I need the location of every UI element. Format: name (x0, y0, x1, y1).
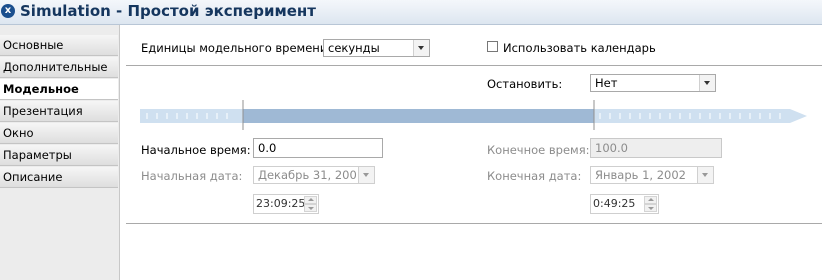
divider-top (126, 65, 822, 66)
sidebar-item-parameters[interactable]: Параметры (0, 145, 118, 166)
chevron-down-icon[interactable] (697, 167, 713, 183)
chevron-down-icon[interactable] (413, 40, 429, 56)
sidebar-item-main[interactable]: Основные (0, 35, 118, 56)
divider-bottom (126, 223, 822, 224)
end-time-of-day-spinner[interactable]: 0:49:25 (590, 194, 659, 214)
chevron-down-icon[interactable] (358, 167, 374, 183)
start-time-of-day-spinner[interactable]: 23:09:25 (253, 194, 319, 214)
model-time-units-select[interactable]: секунды (323, 39, 430, 57)
spinner-buttons (304, 196, 317, 212)
spinner-up-icon[interactable] (304, 196, 317, 204)
end-time-of-day-value: 0:49:25 (593, 197, 636, 210)
start-date-select[interactable]: Декабрь 31, 2001 (253, 166, 375, 184)
sidebar-item-additional[interactable]: Дополнительные (0, 57, 118, 78)
stop-label: Остановить: (487, 77, 563, 91)
timeline-bar (140, 100, 807, 130)
timeline-range (243, 109, 594, 123)
end-date-value: Январь 1, 2002 (595, 168, 686, 182)
spinner-up-icon[interactable] (644, 196, 657, 204)
title-bar: x Simulation - Простой эксперимент (0, 0, 822, 25)
start-date-value: Декабрь 31, 2001 (258, 168, 365, 182)
chevron-down-icon[interactable] (699, 75, 715, 91)
spinner-down-icon[interactable] (304, 204, 317, 212)
spinner-buttons (644, 196, 657, 212)
use-calendar-checkbox[interactable] (487, 41, 498, 52)
close-icon[interactable]: x (1, 4, 15, 18)
stop-select[interactable]: Нет (590, 74, 716, 92)
use-calendar-label: Использовать календарь (503, 41, 656, 55)
sidebar: Основные Дополнительные Модельное время … (0, 25, 120, 280)
end-date-label: Конечная дата: (487, 169, 582, 183)
start-date-label: Начальная дата: (141, 169, 243, 183)
sidebar-item-description[interactable]: Описание (0, 167, 118, 188)
end-date-select[interactable]: Январь 1, 2002 (590, 166, 714, 184)
window-title: Simulation - Простой эксперимент (20, 2, 316, 20)
start-time-of-day-value: 23:09:25 (256, 197, 306, 210)
model-time-units-value: секунды (328, 41, 380, 55)
start-time-input[interactable]: 0.0 (253, 138, 383, 158)
end-time-input[interactable]: 100.0 (590, 138, 722, 158)
sidebar-item-model-time[interactable]: Модельное время (0, 79, 118, 117)
spinner-down-icon[interactable] (644, 204, 657, 212)
end-time-label: Конечное время: (487, 143, 590, 157)
model-time-units-label: Единицы модельного времени: (141, 41, 332, 55)
stop-value: Нет (595, 76, 618, 90)
start-time-label: Начальное время: (141, 143, 251, 157)
